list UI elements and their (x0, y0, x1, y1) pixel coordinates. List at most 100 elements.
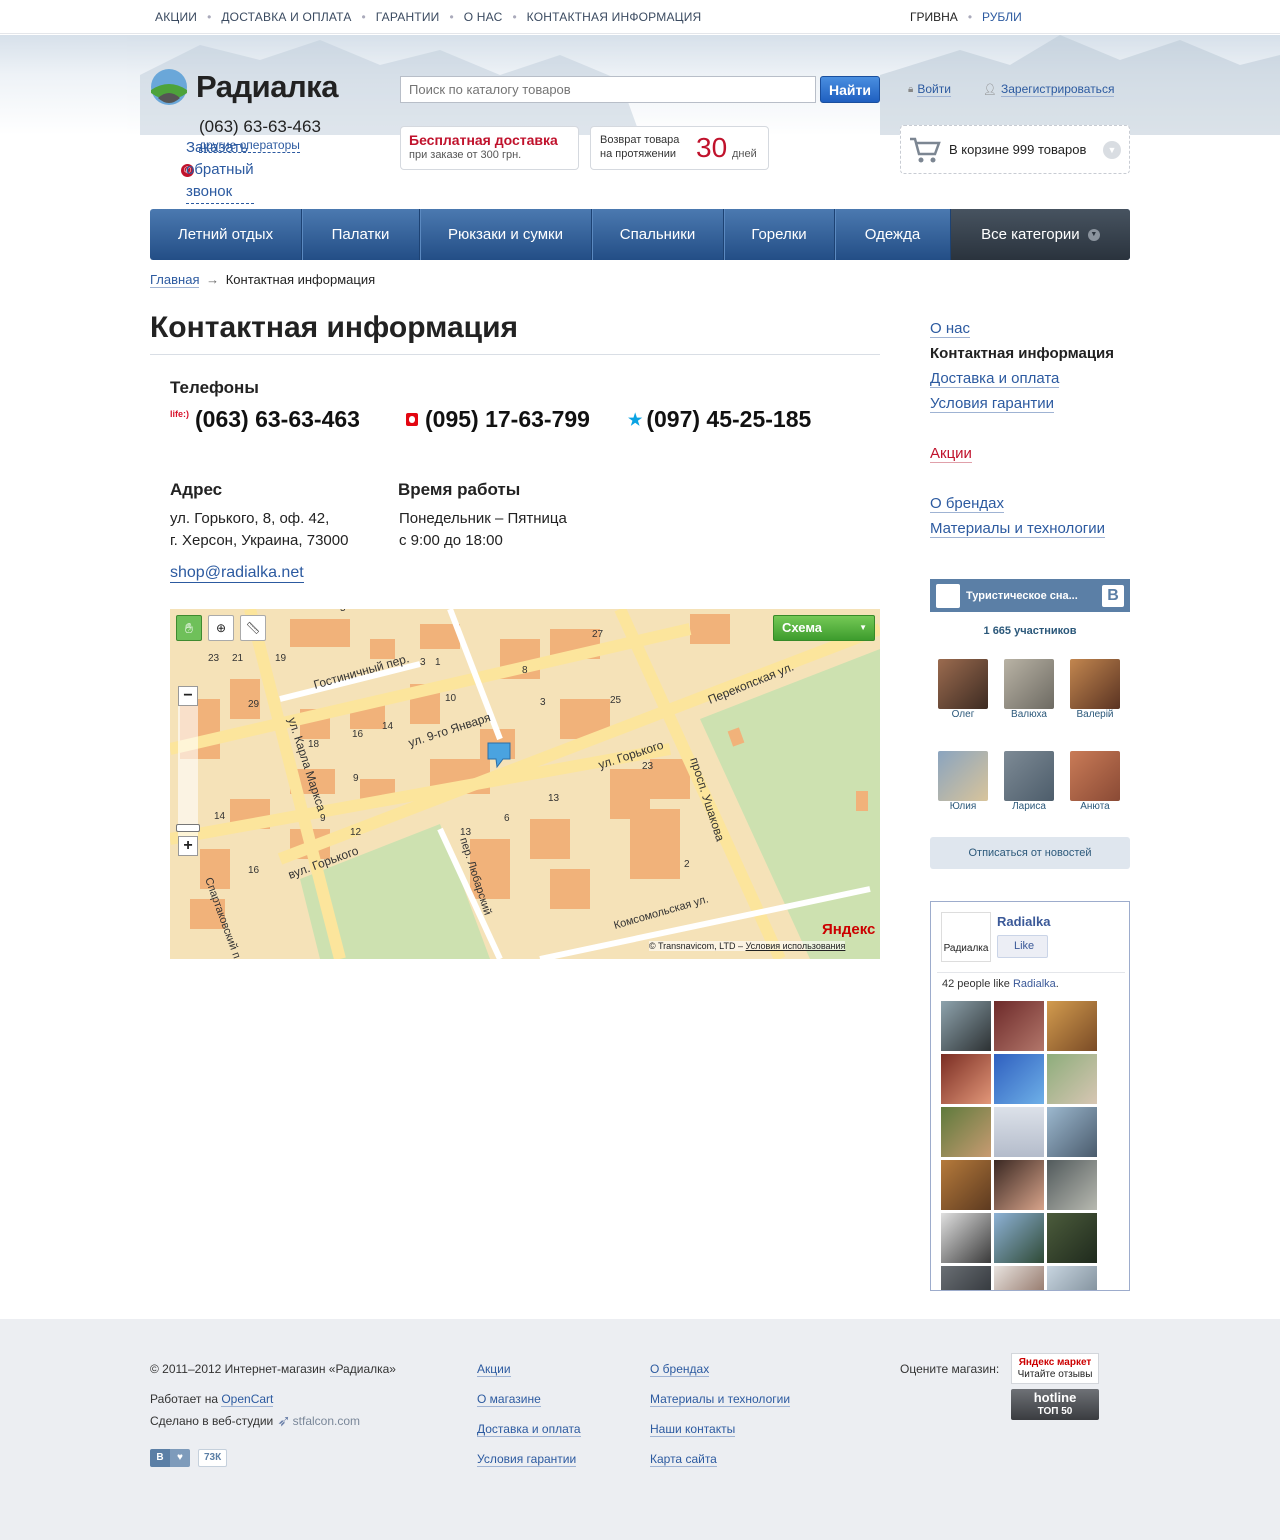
nav-all-categories[interactable]: Все категории ▼ (951, 209, 1130, 260)
fb-fan-avatar[interactable] (941, 1054, 991, 1104)
nav-summer[interactable]: Летний отдых (150, 209, 302, 260)
free-delivery-badge: Бесплатная доставка при заказе от 300 гр… (400, 126, 579, 170)
footer-link-sitemap[interactable]: Карта сайта (650, 1452, 717, 1467)
address-line1: ул. Горького, 8, оф. 42, (170, 510, 330, 527)
fb-fan-avatar[interactable] (1047, 1213, 1097, 1263)
nav-burners[interactable]: Горелки (724, 209, 835, 260)
return-days: 30 (696, 132, 728, 163)
callback-link[interactable]: ✆ Заказать обратный звонок (181, 139, 254, 204)
zoom-out-button[interactable]: − (178, 686, 198, 706)
falcon-icon: ➶ (277, 1413, 291, 1430)
zoom-in-button[interactable]: + (178, 836, 198, 856)
yandex-market-badge[interactable]: Яндекс маркет Читайте отзывы (1011, 1353, 1099, 1384)
login-link[interactable]: 🔒︎ Войти (908, 82, 951, 97)
chevron-down-icon: ▼ (859, 623, 867, 632)
fb-fan-avatar[interactable] (941, 1160, 991, 1210)
hours-line2: с 9:00 до 18:00 (399, 532, 503, 549)
member-name: Юлия (949, 801, 977, 812)
vk-member[interactable]: Лариса (1004, 751, 1054, 812)
footer-link-warranty[interactable]: Условия гарантии (477, 1452, 577, 1467)
house-number: 27 (592, 629, 604, 640)
unsubscribe-button[interactable]: Отписаться от новостей (930, 837, 1130, 869)
count-name[interactable]: Radialka (1013, 978, 1056, 990)
sidebar-item-about[interactable]: О нас (930, 320, 970, 338)
hotline-badge[interactable]: hotline ТОП 50 (1011, 1389, 1099, 1420)
fb-fan-avatar[interactable] (994, 1160, 1044, 1210)
sidebar-item-brands[interactable]: О брендах (930, 495, 1004, 513)
fb-fan-avatar[interactable] (994, 1001, 1044, 1051)
vk-member[interactable]: Валюха (1004, 659, 1054, 720)
top-bar: Акции • Доставка и оплата • Гарантии • О на… (0, 0, 1280, 34)
sidebar-item-materials[interactable]: Материалы и технологии (930, 520, 1106, 538)
page-logo[interactable]: Радиалка (941, 912, 991, 962)
fb-fan-avatar[interactable] (994, 1054, 1044, 1104)
fb-page-name[interactable]: Radialka (997, 914, 1050, 929)
topnav-contacts[interactable]: Контактная информация (527, 10, 702, 24)
ruler-button[interactable]: 📏︎ (240, 615, 266, 641)
breadcrumb-home[interactable]: Главная (150, 272, 200, 288)
breadcrumb: Главная → Контактная информация (150, 272, 375, 288)
register-link[interactable]: 👤︎ Зарегистрироваться (983, 82, 1115, 97)
search-input[interactable] (400, 76, 816, 103)
currency-rub[interactable]: Рубли (982, 10, 1022, 24)
topnav-warranty[interactable]: Гарантии (376, 10, 440, 24)
vk-member[interactable]: Олег (938, 659, 988, 720)
nav-clothes[interactable]: Одежда (835, 209, 951, 260)
works-on-text: Работает на (150, 1392, 222, 1406)
vk-widget-header[interactable]: Туристическое сна... В (930, 579, 1130, 612)
footer-link-delivery[interactable]: Доставка и оплата (477, 1422, 581, 1437)
social-like-widget[interactable]: В ♥ 73К (150, 1449, 228, 1467)
map[interactable]: Гостиничный пер. ул. 9-го Января ул. Гор… (170, 609, 880, 959)
fb-fan-avatar[interactable] (994, 1213, 1044, 1263)
zoom-slider[interactable]: − + (176, 686, 200, 856)
topnav-delivery[interactable]: Доставка и оплата (221, 10, 351, 24)
cart-widget[interactable]: В корзине 999 товаров ▼ (900, 125, 1130, 174)
zoom-handle[interactable] (176, 824, 200, 832)
fb-fan-avatar[interactable] (1047, 1001, 1097, 1051)
house-number: 16 (248, 865, 260, 876)
footer-link-contacts[interactable]: Наши контакты (650, 1422, 736, 1437)
map-terms-link[interactable]: Условия использования (746, 941, 846, 951)
fb-fan-avatar[interactable] (941, 1213, 991, 1263)
phone-mts: (095) 17-63-799 (406, 406, 590, 433)
site-logo[interactable]: Радиалка (150, 68, 338, 106)
opencart-link[interactable]: OpenCart (221, 1392, 274, 1407)
hand-tool-button[interactable]: ✋︎ (176, 615, 202, 641)
nav-tents[interactable]: Палатки (302, 209, 420, 260)
email-link[interactable]: shop@radialka.net (170, 564, 304, 583)
nav-sleeping-bags[interactable]: Спальники (592, 209, 724, 260)
fb-fan-avatar[interactable] (941, 1266, 991, 1290)
footer-link-about[interactable]: О магазине (477, 1392, 541, 1407)
vk-icon: В (150, 1449, 170, 1467)
fb-fan-avatar[interactable] (941, 1107, 991, 1157)
fb-fan-avatar[interactable] (941, 1001, 991, 1051)
group-logo-icon (936, 583, 960, 608)
fb-fan-avatar[interactable] (1047, 1266, 1097, 1290)
sidebar-item-actions[interactable]: Акции (930, 445, 972, 463)
sidebar-item-delivery[interactable]: Доставка и оплата (930, 370, 1060, 388)
vk-group-title: Туристическое сна... (966, 589, 1078, 602)
fb-fan-avatar[interactable] (994, 1107, 1044, 1157)
vk-member[interactable]: Юлия (938, 751, 988, 812)
zoom-area-button[interactable]: ⊕ (208, 615, 234, 641)
footer-link-brands[interactable]: О брендах (650, 1362, 710, 1377)
count-prefix: 42 people like (942, 978, 1013, 990)
footer-link-materials[interactable]: Материалы и технологии (650, 1392, 791, 1407)
fb-fan-avatar[interactable] (994, 1266, 1044, 1290)
search-button[interactable]: Найти (820, 76, 880, 103)
sidebar-item-warranty[interactable]: Условия гарантии (930, 395, 1055, 413)
fb-fan-avatar[interactable] (1047, 1160, 1097, 1210)
map-scheme-button[interactable]: Схема ▼ (773, 615, 875, 641)
studio-link[interactable]: stfalcon.com (293, 1414, 360, 1428)
fb-like-button[interactable]: Like (997, 935, 1048, 958)
fb-fan-avatar[interactable] (1047, 1054, 1097, 1104)
nav-backpacks[interactable]: Рюкзаки и сумки (420, 209, 592, 260)
vk-member[interactable]: Валерій (1070, 659, 1120, 720)
fb-fan-avatar[interactable] (1047, 1107, 1097, 1157)
member-name: Валерій (1076, 709, 1114, 720)
topnav-about[interactable]: О нас (464, 10, 503, 24)
footer-link-actions[interactable]: Акции (477, 1362, 511, 1377)
topnav-actions[interactable]: Акции (155, 10, 197, 24)
vk-member[interactable]: Анюта (1070, 751, 1120, 812)
map-canvas[interactable]: Гостиничный пер. ул. 9-го Января ул. Гор… (170, 609, 880, 959)
